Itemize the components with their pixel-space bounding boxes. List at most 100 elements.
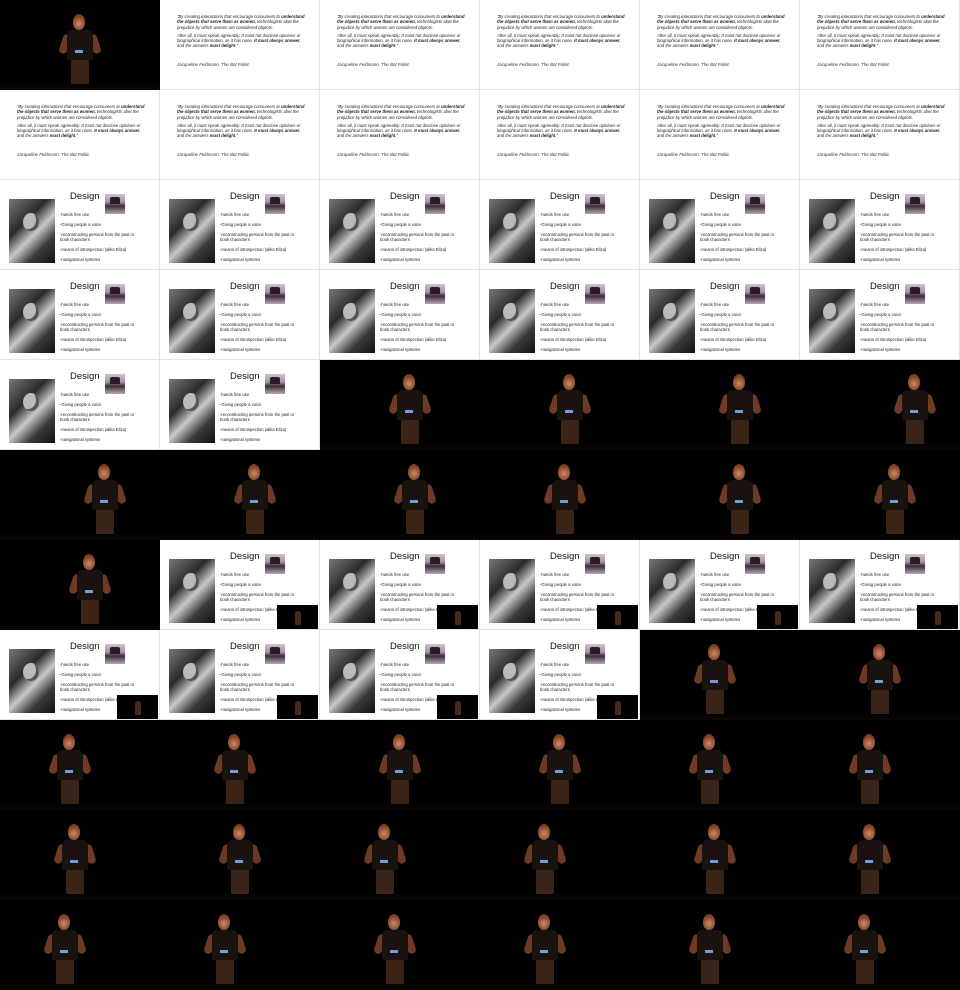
- speaker-video-thumbnail[interactable]: [800, 810, 960, 900]
- design-slide-thumbnail[interactable]: Design -hands free use -Giving people a vo…: [160, 360, 320, 450]
- design-slide-thumbnail[interactable]: Design -hands free use -Giving people a vo…: [160, 180, 320, 270]
- design-slide-thumbnail[interactable]: Design -hands free use -Giving people a vo…: [320, 180, 480, 270]
- speaker-video-thumbnail[interactable]: [800, 720, 960, 810]
- small-portrait-photo: [265, 374, 285, 394]
- slide-bullet-list: -hands free use -Giving people a voice -re…: [220, 212, 300, 267]
- quote-text: “By creating interactions that encourage…: [337, 104, 465, 139]
- design-slide-thumbnail[interactable]: Design -hands free use -Giving people a vo…: [160, 540, 320, 630]
- slide-bullet: -Giving people a voice: [60, 672, 102, 677]
- speaker-figure: [893, 374, 937, 444]
- slide-bullet: -hands free use: [540, 572, 570, 577]
- slide-bullet-list: -hands free use -Giving people a voice -re…: [380, 212, 460, 267]
- quote-slide-thumbnail[interactable]: “By creating interactions that encourage…: [480, 90, 640, 180]
- design-slide-thumbnail[interactable]: Design -hands free use -Giving people a vo…: [320, 270, 480, 360]
- quote-slide-thumbnail[interactable]: “By creating interactions that encourage…: [320, 0, 480, 90]
- quote-slide-thumbnail[interactable]: “By creating interactions that encourage…: [0, 90, 160, 180]
- design-slide-thumbnail[interactable]: Design -hands free use -Giving people a vo…: [0, 360, 160, 450]
- speaker-video-thumbnail[interactable]: [0, 450, 160, 540]
- slide-bullet: -means of introspection (alike Eliza): [700, 337, 767, 342]
- quote-slide-thumbnail[interactable]: “By creating interactions that encourage…: [640, 90, 800, 180]
- design-slide-thumbnail[interactable]: Design -hands free use -Giving people a vo…: [0, 270, 160, 360]
- portrait-photo: [649, 289, 695, 353]
- design-slide-thumbnail[interactable]: Design -hands free use -Giving people a vo…: [480, 540, 640, 630]
- design-slide-thumbnail[interactable]: Design -hands free use -Giving people a vo…: [640, 540, 800, 630]
- slide-bullet-list: -hands free use -Giving people a voice -re…: [700, 212, 780, 267]
- quote-slide-thumbnail[interactable]: “By creating interactions that encourage…: [800, 0, 960, 90]
- slide-bullet: -Giving people a voice: [540, 582, 582, 587]
- speaker-video-thumbnail[interactable]: [640, 360, 800, 450]
- speaker-video-thumbnail[interactable]: [160, 810, 320, 900]
- design-slide-thumbnail[interactable]: Design -hands free use -Giving people a vo…: [640, 270, 800, 360]
- speaker-video-thumbnail[interactable]: [800, 900, 960, 990]
- speaker-figure: [538, 734, 582, 804]
- speaker-video-thumbnail[interactable]: [0, 0, 160, 90]
- design-slide-thumbnail[interactable]: Design -hands free use -Giving people a vo…: [320, 540, 480, 630]
- slide-title: Design: [550, 191, 580, 202]
- speaker-video-thumbnail[interactable]: [160, 450, 320, 540]
- quote-slide-thumbnail[interactable]: “By creating interactions that encourage…: [800, 90, 960, 180]
- speaker-video-thumbnail[interactable]: [640, 630, 800, 720]
- quote-text: “By creating interactions that encourage…: [337, 14, 465, 49]
- slide-bullet: -navigational systems: [60, 347, 101, 352]
- slide-bullet: -Giving people a voice: [60, 222, 102, 227]
- design-slide-thumbnail[interactable]: Design -hands free use -Giving people a vo…: [800, 540, 960, 630]
- slide-title: Design: [390, 191, 420, 202]
- slide-bullet: -Giving people a voice: [700, 582, 742, 587]
- speaker-video-thumbnail[interactable]: [480, 810, 640, 900]
- slide-bullet: -Giving people a voice: [540, 222, 582, 227]
- design-slide-thumbnail[interactable]: Design -hands free use -Giving people a vo…: [480, 630, 640, 720]
- speaker-video-thumbnail[interactable]: [800, 450, 960, 540]
- speaker-video-thumbnail[interactable]: [320, 450, 480, 540]
- design-slide-thumbnail[interactable]: Design -hands free use -Giving people a vo…: [800, 180, 960, 270]
- speaker-video-thumbnail[interactable]: [0, 720, 160, 810]
- speaker-video-thumbnail[interactable]: [640, 450, 800, 540]
- speaker-video-thumbnail[interactable]: [480, 450, 640, 540]
- quote-attribution: Jacqueline Feldmann, The Bot Politic: [17, 152, 90, 157]
- stage-floor: [800, 442, 960, 450]
- speaker-video-thumbnail[interactable]: [0, 810, 160, 900]
- design-slide-thumbnail[interactable]: Design -hands free use -Giving people a vo…: [160, 630, 320, 720]
- speaker-video-thumbnail[interactable]: [320, 360, 480, 450]
- portrait-photo: [9, 199, 55, 263]
- speaker-video-thumbnail[interactable]: [640, 900, 800, 990]
- small-portrait-photo: [105, 644, 125, 664]
- speaker-video-thumbnail[interactable]: [0, 900, 160, 990]
- speaker-video-thumbnail[interactable]: [320, 720, 480, 810]
- design-slide-thumbnail[interactable]: Design -hands free use -Giving people a vo…: [640, 180, 800, 270]
- speaker-video-thumbnail[interactable]: [0, 540, 160, 630]
- quote-slide-thumbnail[interactable]: “By creating interactions that encourage…: [320, 90, 480, 180]
- small-portrait-photo: [745, 194, 765, 214]
- design-slide-thumbnail[interactable]: Design -hands free use -Giving people a vo…: [0, 630, 160, 720]
- design-slide-thumbnail[interactable]: Design -hands free use -Giving people a vo…: [800, 270, 960, 360]
- speaker-video-thumbnail[interactable]: [640, 720, 800, 810]
- slide-bullet-list: -hands free use -Giving people a voice -re…: [860, 302, 940, 357]
- quote-slide-thumbnail[interactable]: “By creating interactions that encourage…: [160, 90, 320, 180]
- speaker-video-thumbnail[interactable]: [160, 720, 320, 810]
- design-slide-thumbnail[interactable]: Design -hands free use -Giving people a vo…: [160, 270, 320, 360]
- speaker-video-thumbnail[interactable]: [800, 360, 960, 450]
- quote-slide-thumbnail[interactable]: “By creating interactions that encourage…: [480, 0, 640, 90]
- speaker-video-thumbnail[interactable]: [480, 720, 640, 810]
- speaker-video-thumbnail[interactable]: [320, 900, 480, 990]
- design-slide-thumbnail[interactable]: Design -hands free use -Giving people a vo…: [0, 180, 160, 270]
- speaker-video-thumbnail[interactable]: [160, 900, 320, 990]
- speaker-figure: [693, 644, 737, 714]
- speaker-inset-video: [437, 605, 478, 629]
- design-slide-thumbnail[interactable]: Design -hands free use -Giving people a vo…: [480, 180, 640, 270]
- design-slide-thumbnail[interactable]: Design -hands free use -Giving people a vo…: [480, 270, 640, 360]
- speaker-figure: [213, 734, 257, 804]
- quote-attribution: Jacqueline Feldmann, The Bot Politic: [657, 152, 730, 157]
- quote-slide-thumbnail[interactable]: “By creating interactions that encourage…: [160, 0, 320, 90]
- design-slide-thumbnail[interactable]: Design -hands free use -Giving people a vo…: [320, 630, 480, 720]
- quote-attribution: Jacqueline Feldmann, The Bot Politic: [817, 62, 890, 67]
- speaker-video-thumbnail[interactable]: [640, 810, 800, 900]
- speaker-video-thumbnail[interactable]: [480, 360, 640, 450]
- slide-bullet: -reconstructing persons from the past or…: [380, 592, 455, 602]
- speaker-figure: [83, 464, 127, 534]
- slide-bullet: -Giving people a voice: [860, 312, 902, 317]
- quote-slide-thumbnail[interactable]: “By creating interactions that encourage…: [640, 0, 800, 90]
- speaker-video-thumbnail[interactable]: [320, 810, 480, 900]
- speaker-video-thumbnail[interactable]: [480, 900, 640, 990]
- slide-bullet: -Giving people a voice: [700, 312, 742, 317]
- speaker-video-thumbnail[interactable]: [800, 630, 960, 720]
